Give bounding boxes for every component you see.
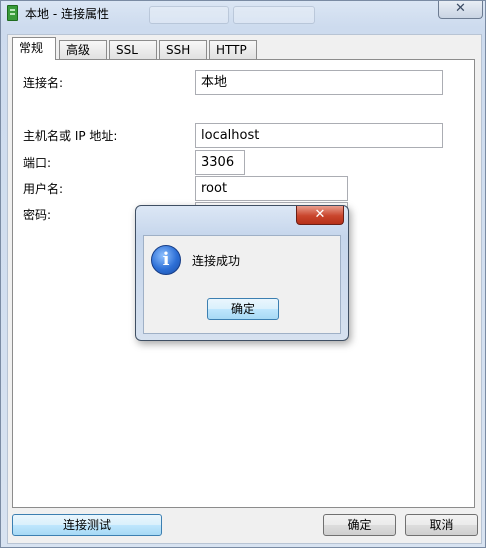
tab-ssh[interactable]: SSH	[159, 40, 207, 59]
port-label: 端口:	[23, 156, 52, 170]
tab-general[interactable]: 常规	[12, 37, 56, 60]
title-bar[interactable]: 本地 - 连接属性 ✕	[1, 1, 485, 25]
username-label: 用户名:	[23, 182, 64, 196]
info-icon: i	[151, 245, 181, 275]
tab-http[interactable]: HTTP	[209, 40, 257, 59]
tab-ssl[interactable]: SSL	[109, 40, 157, 59]
ok-button[interactable]: 确定	[323, 514, 396, 536]
connection-name-label: 连接名:	[23, 76, 64, 90]
port-input[interactable]: 3306	[195, 150, 245, 175]
database-icon	[7, 5, 18, 21]
test-connection-button[interactable]: 连接测试	[12, 514, 162, 536]
connection-name-input[interactable]: 本地	[195, 70, 443, 95]
tab-advanced[interactable]: 高级	[59, 40, 107, 59]
host-input[interactable]: localhost	[195, 123, 443, 148]
dialog-ok-button[interactable]: 确定	[207, 298, 279, 320]
window-close-button[interactable]: ✕	[438, 1, 483, 19]
dialog-body: i 连接成功 确定	[143, 235, 341, 334]
dialog-message: 连接成功	[192, 254, 241, 268]
background-window-tab	[149, 6, 229, 24]
dialog-close-button[interactable]: ✕	[296, 206, 344, 225]
password-label: 密码:	[23, 208, 52, 222]
connection-success-dialog: ✕ i 连接成功 确定	[135, 205, 349, 341]
background-window-tab	[233, 6, 315, 24]
cancel-button[interactable]: 取消	[405, 514, 478, 536]
window-title: 本地 - 连接属性	[25, 7, 109, 21]
username-input[interactable]: root	[195, 176, 348, 201]
host-label: 主机名或 IP 地址:	[23, 129, 118, 143]
